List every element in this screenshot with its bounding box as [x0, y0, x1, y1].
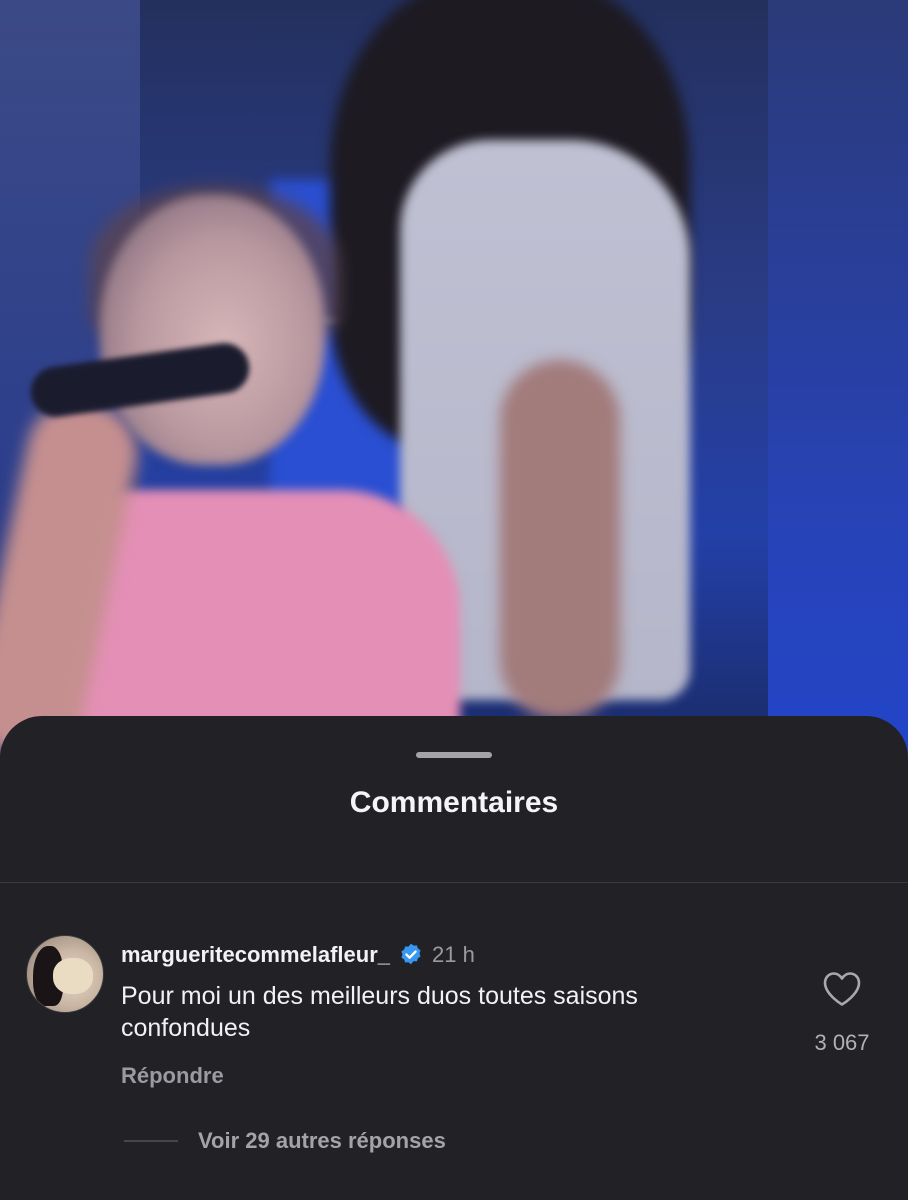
verified-badge-icon: [401, 943, 421, 965]
sheet-grabber[interactable]: [416, 752, 492, 758]
comment-timestamp: 21 h: [432, 942, 475, 967]
reply-button[interactable]: Répondre: [121, 1063, 224, 1089]
video-person-arm: [500, 360, 620, 720]
replies-divider-line: [124, 1140, 178, 1142]
video-person-head: [100, 195, 325, 465]
divider: [0, 882, 908, 883]
heart-outline-icon[interactable]: [822, 970, 862, 1008]
reel-comments-screen: Commentaires margueritecommelafleur_ 21 …: [0, 0, 908, 1200]
video-scene-wall: [768, 0, 908, 760]
video-background[interactable]: [0, 0, 908, 760]
comment-text: Pour moi un des meilleurs duos toutes sa…: [121, 982, 638, 1042]
sheet-title: Commentaires: [349, 786, 559, 819]
avatar-face: [53, 958, 93, 994]
comment-username[interactable]: margueritecommelafleur_: [121, 942, 390, 968]
like-count: 3 067: [814, 1030, 870, 1055]
comment-header: margueritecommelafleur_ 21 h: [121, 942, 475, 968]
avatar[interactable]: [26, 935, 104, 1013]
view-replies-button[interactable]: Voir 29 autres réponses: [198, 1128, 446, 1154]
comments-sheet: Commentaires margueritecommelafleur_ 21 …: [0, 716, 908, 1200]
